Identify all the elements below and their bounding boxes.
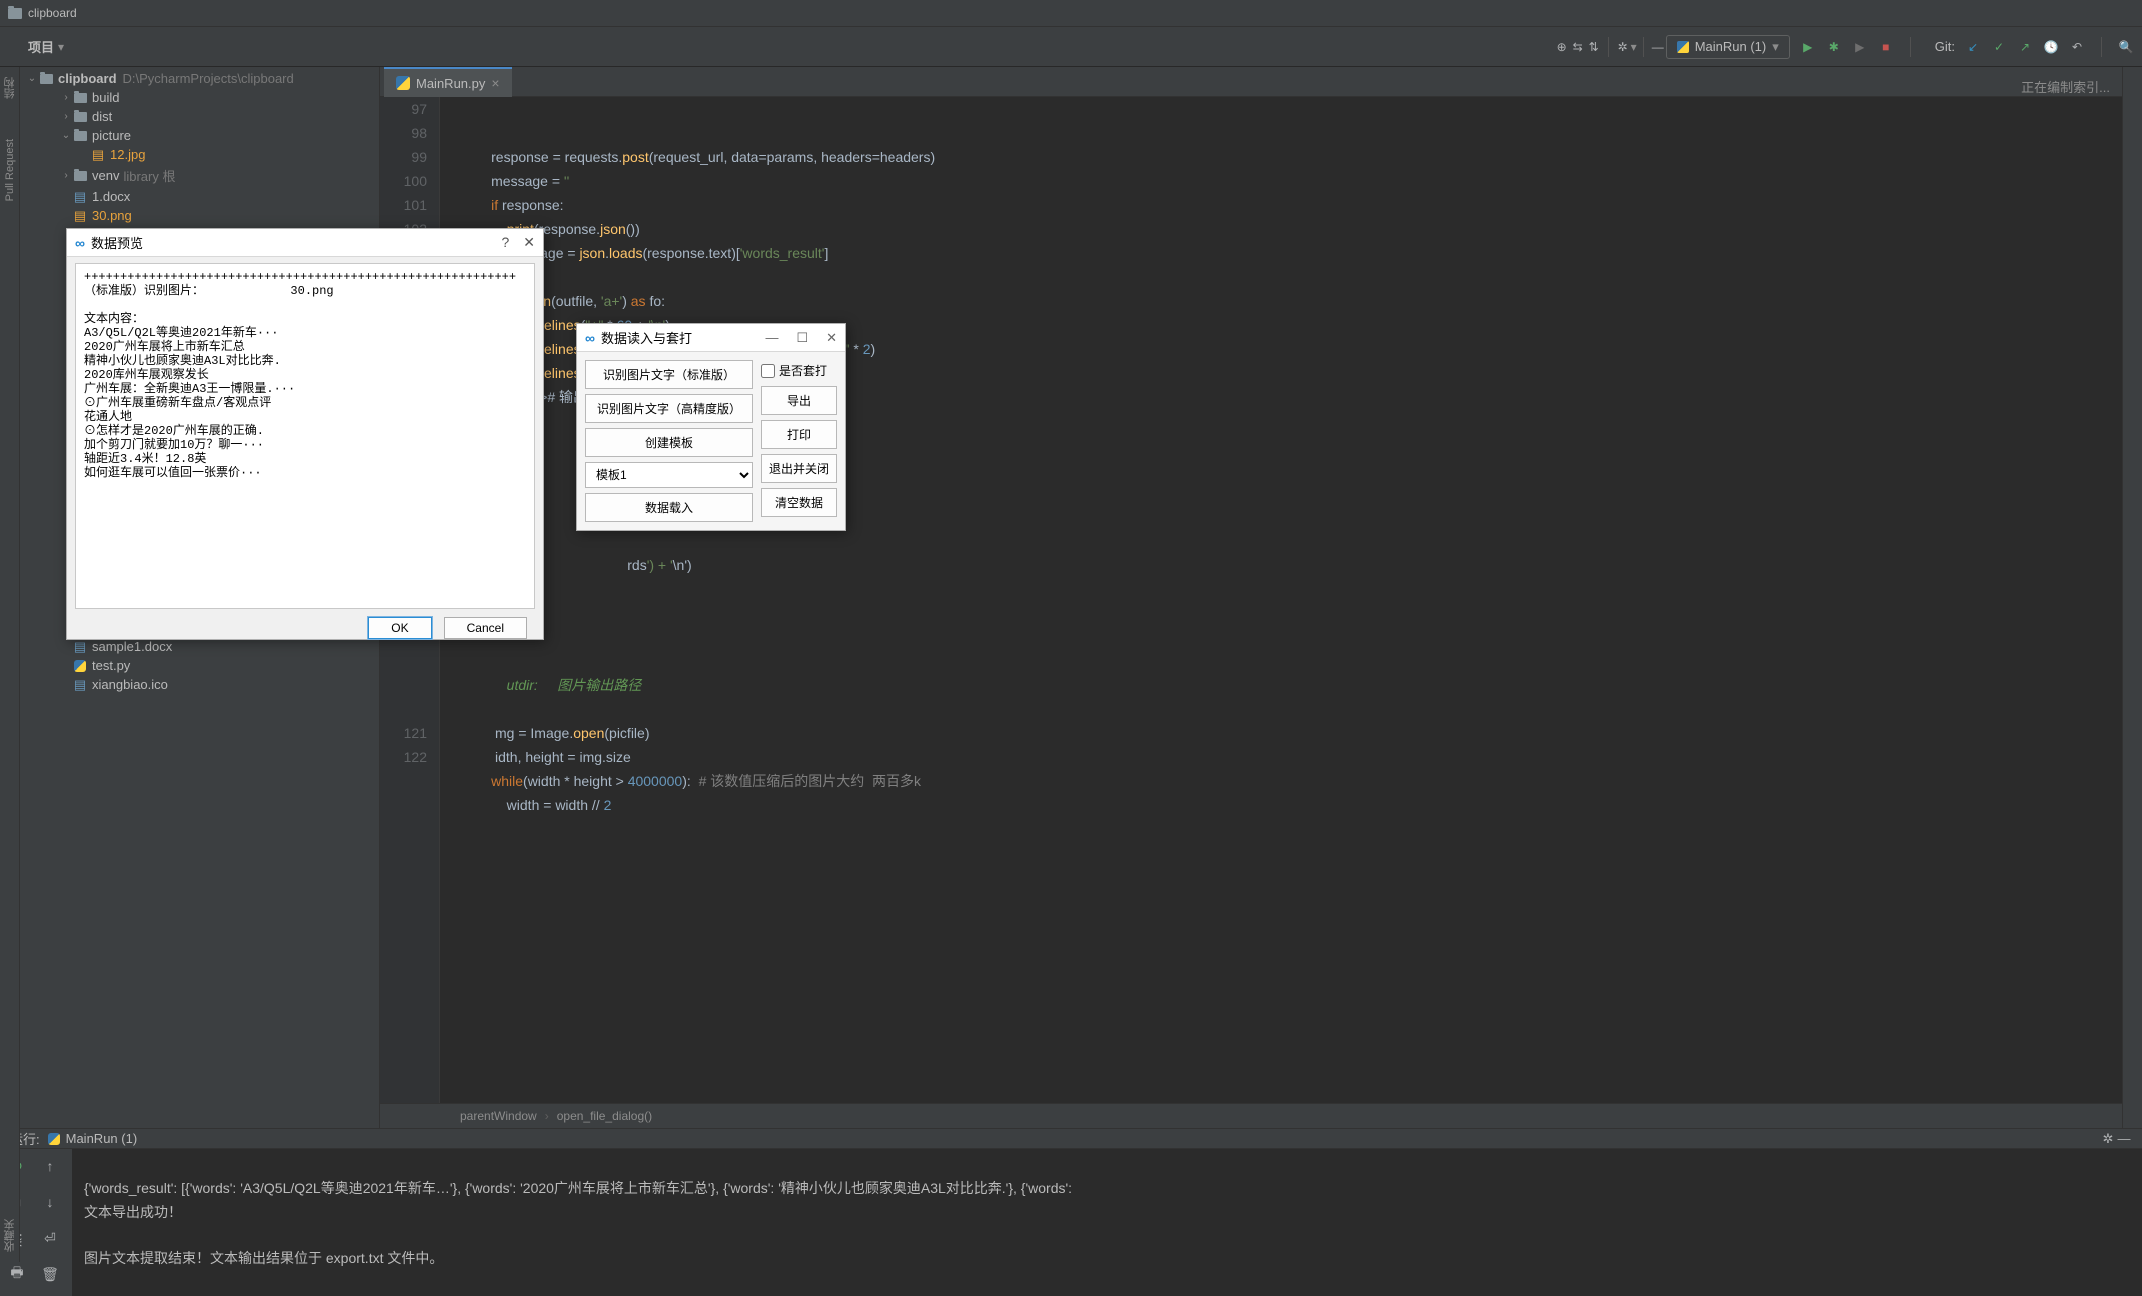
export-button[interactable]: 导出 (761, 386, 837, 415)
run-config-selector[interactable]: MainRun (1) ▾ (1666, 35, 1790, 59)
git-commit-icon[interactable]: ✓ (1991, 39, 2007, 55)
create-template-button[interactable]: 创建模板 (585, 428, 753, 457)
window-title: clipboard (28, 6, 77, 20)
tree-item[interactable]: test.py (20, 656, 379, 675)
tree-item[interactable]: ›venvlibrary 根 (20, 164, 379, 187)
overlay-checkbox[interactable]: 是否套打 (761, 360, 837, 381)
settings-icon[interactable]: ✲ (1615, 39, 1631, 55)
clear-button[interactable]: 清空数据 (761, 488, 837, 517)
editor-tab[interactable]: MainRun.py × (384, 67, 512, 97)
close-icon[interactable]: × (491, 75, 499, 91)
preview-textarea[interactable]: ++++++++++++++++++++++++++++++++++++++++… (75, 263, 535, 609)
ok-button[interactable]: OK (368, 617, 431, 639)
tree-root-path: D:\PycharmProjects\clipboard (123, 71, 294, 86)
structure-tab[interactable]: 结构 (2, 77, 18, 99)
indexing-status: 正在编制索引... (2021, 77, 2110, 96)
git-label: Git: (1935, 39, 1955, 54)
run-config-name: MainRun (1) (66, 1131, 138, 1146)
tree-root-label: clipboard (58, 71, 117, 86)
overlay-checkbox-label: 是否套打 (779, 362, 827, 379)
dropdown-icon[interactable]: ▾ (58, 40, 64, 54)
python-icon (1677, 41, 1689, 53)
data-preview-dialog: ∞ 数据预览 ? ✕ +++++++++++++++++++++++++++++… (66, 228, 544, 640)
hide-icon[interactable]: — (1650, 39, 1666, 55)
project-label: 项目 (28, 37, 54, 56)
expand-icon[interactable]: ⇅ (1586, 39, 1602, 55)
breadcrumb-item[interactable]: open_file_dialog() (557, 1109, 652, 1123)
target-icon[interactable]: ⊕ (1554, 39, 1570, 55)
collapse-icon[interactable]: ⇆ (1570, 39, 1586, 55)
help-icon[interactable]: ? (501, 234, 509, 251)
dialog-title: 数据预览 (91, 233, 143, 252)
git-update-icon[interactable]: ↙ (1965, 39, 1981, 55)
git-history-icon[interactable]: 🕓 (2043, 39, 2059, 55)
ocr-high-button[interactable]: 识别图片文字（高精度版） (585, 394, 753, 423)
favorites-tab[interactable]: 收藏夹 (2, 1219, 18, 1252)
main-toolbar: 项目 ▾ ⊕ ⇆ ⇅ ✲ ▾ — MainRun (1) ▾ ▶ ✱ ▶ ■ G… (0, 27, 2142, 67)
close-icon[interactable]: ✕ (523, 234, 535, 251)
data-load-dialog: ∞ 数据读入与套打 — ☐ ✕ 识别图片文字（标准版） 识别图片文字（高精度版）… (576, 323, 846, 531)
chevron-down-icon: ▾ (1772, 39, 1779, 55)
stop-icon[interactable]: ■ (1878, 39, 1894, 55)
tree-item[interactable]: ›dist (20, 107, 379, 126)
code-view[interactable]: response = requests.post(request_url, da… (440, 97, 2122, 1103)
ocr-standard-button[interactable]: 识别图片文字（标准版） (585, 360, 753, 389)
exit-button[interactable]: 退出并关闭 (761, 454, 837, 483)
left-bottom-strip: 收藏夹 (0, 1128, 20, 1262)
dialog-titlebar[interactable]: ∞ 数据读入与套打 — ☐ ✕ (577, 324, 845, 352)
down-icon[interactable]: ↓ (39, 1191, 61, 1213)
tree-root[interactable]: ⌄ clipboard D:\PycharmProjects\clipboard (20, 69, 379, 88)
tree-item[interactable]: ▤12.jpg (20, 145, 379, 164)
tree-item[interactable]: ▤1.docx (20, 187, 379, 206)
breadcrumb-item[interactable]: parentWindow (460, 1109, 537, 1123)
dialog-titlebar[interactable]: ∞ 数据预览 ? ✕ (67, 229, 543, 257)
run-output[interactable]: {'words_result': [{'words': 'A3/Q5L/Q2L等… (72, 1149, 2142, 1296)
editor-body[interactable]: 979899100101102103104105106107 121122 re… (380, 97, 2122, 1103)
dialog-title: 数据读入与套打 (601, 328, 692, 347)
run-icon[interactable]: ▶ (1800, 39, 1816, 55)
maximize-icon[interactable]: ☐ (796, 330, 808, 346)
gear-icon[interactable]: ✲ (2100, 1131, 2116, 1147)
editor-tab-label: MainRun.py (416, 76, 485, 91)
editor-area: MainRun.py × 正在编制索引... 97989910010110210… (380, 67, 2122, 1128)
editor-tabs: MainRun.py × 正在编制索引... (380, 67, 2122, 97)
search-icon[interactable]: 🔍 (2118, 39, 2134, 55)
coverage-icon[interactable]: ▶ (1852, 39, 1868, 55)
left-tool-strip: 结构 Pull Request (0, 67, 20, 1128)
print-icon[interactable]: 🖶 (6, 1263, 28, 1285)
python-icon (396, 76, 410, 90)
run-header: 运行: MainRun (1) ✲ — (0, 1129, 2142, 1149)
hide-panel-icon[interactable]: — (2116, 1131, 2132, 1147)
right-tool-strip (2122, 67, 2142, 1128)
wrap-icon[interactable]: ⏎ (39, 1227, 61, 1249)
print-button[interactable]: 打印 (761, 420, 837, 449)
tree-item[interactable]: ▤30.png (20, 206, 379, 225)
revert-icon[interactable]: ↶ (2069, 39, 2085, 55)
pull-request-tab[interactable]: Pull Request (4, 139, 16, 201)
run-panel: 运行: MainRun (1) ✲ — ↻ ↑ ■ ↓ ⪐ ⏎ 🖶 🗑 {'wo… (0, 1128, 2142, 1262)
tree-item[interactable]: ›build (20, 88, 379, 107)
app-logo-icon: ∞ (585, 330, 595, 346)
tree-item[interactable]: ▤xiangbiao.ico (20, 675, 379, 694)
python-icon (48, 1133, 60, 1145)
up-icon[interactable]: ↑ (39, 1155, 61, 1177)
cancel-button[interactable]: Cancel (444, 617, 527, 639)
close-icon[interactable]: ✕ (826, 330, 837, 346)
breadcrumb: parentWindow › open_file_dialog() (380, 1103, 2122, 1128)
template-select[interactable]: 模板1 (585, 462, 753, 488)
minimize-icon[interactable]: — (765, 330, 778, 346)
chevron-down-icon[interactable]: ▾ (1631, 40, 1637, 54)
tree-item[interactable]: ⌄picture (20, 126, 379, 145)
git-push-icon[interactable]: ↗ (2017, 39, 2033, 55)
window-title-bar: clipboard (0, 0, 2142, 27)
run-config-label: MainRun (1) (1695, 39, 1767, 54)
overlay-checkbox-input[interactable] (761, 364, 775, 378)
app-logo-icon: ∞ (75, 235, 85, 251)
delete-icon[interactable]: 🗑 (39, 1263, 61, 1285)
folder-icon (8, 8, 22, 19)
debug-icon[interactable]: ✱ (1826, 39, 1842, 55)
load-data-button[interactable]: 数据载入 (585, 493, 753, 522)
